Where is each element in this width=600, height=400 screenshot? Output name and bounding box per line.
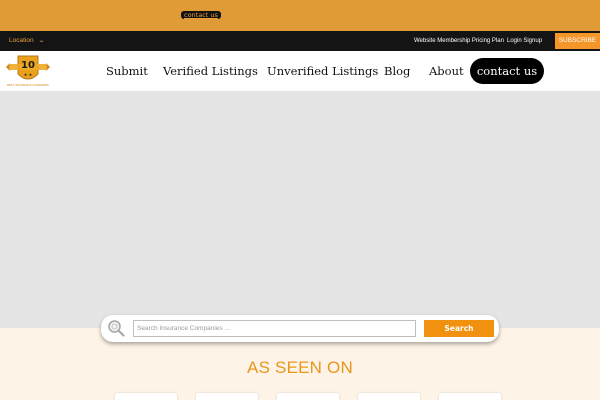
media-logo-card xyxy=(115,393,177,400)
media-logo-card xyxy=(358,393,420,400)
promo-bar: contact us xyxy=(0,0,600,31)
nav-submit[interactable]: Submit xyxy=(106,51,148,91)
search-input[interactable] xyxy=(133,320,416,337)
promo-contact-link[interactable]: contact us xyxy=(181,11,221,19)
nav-unverified-listings[interactable]: Unverified Listings xyxy=(267,51,378,91)
as-seen-on-title: AS SEEN ON xyxy=(247,358,353,377)
promo-faded-text xyxy=(6,5,170,23)
chevron-down-icon: ⌄ xyxy=(37,38,45,44)
utility-bar: Location ⌄ Website Membership Pricing Pla… xyxy=(0,31,600,51)
nav-verified-listings[interactable]: Verified Listings xyxy=(163,51,258,91)
logo-caption: BEST INSURANCE COMPANIES xyxy=(7,83,49,87)
login-signup-link[interactable]: Login Signup xyxy=(507,31,542,51)
magnifier-icon xyxy=(108,320,125,337)
pricing-plan-link[interactable]: Website Membership Pricing Plan xyxy=(414,31,504,51)
nav-contact-button[interactable]: contact us xyxy=(470,58,544,84)
location-label: Location xyxy=(9,37,34,44)
logo-number: 10 xyxy=(21,60,35,71)
media-logo-card xyxy=(277,393,339,400)
media-logo-card xyxy=(439,393,501,400)
nav-blog[interactable]: Blog xyxy=(384,51,410,91)
hero-banner xyxy=(0,91,600,328)
site-logo[interactable]: 10 ★ ★ BEST INSURANCE COMPANIES xyxy=(4,54,52,88)
nav-about[interactable]: About xyxy=(429,51,464,91)
search-panel: Search xyxy=(101,315,499,342)
search-button[interactable]: Search xyxy=(424,320,494,337)
svg-text:★ ★: ★ ★ xyxy=(24,72,33,77)
media-logo-card xyxy=(196,393,258,400)
location-dropdown[interactable]: Location ⌄ xyxy=(9,31,45,51)
subscribe-button[interactable]: SUBSCRIBE xyxy=(555,33,600,49)
